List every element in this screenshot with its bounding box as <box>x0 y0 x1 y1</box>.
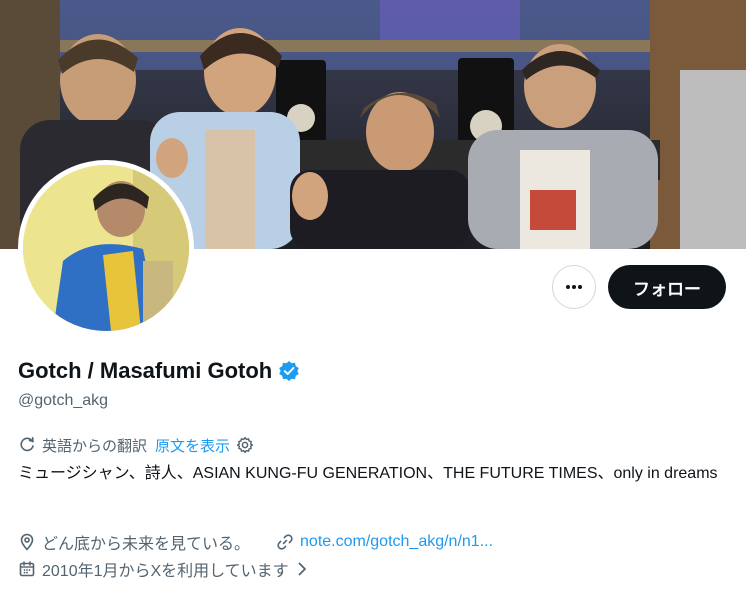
calendar-icon <box>18 560 36 578</box>
follow-button[interactable]: フォロー <box>608 265 726 309</box>
chevron-right-icon <box>295 561 309 577</box>
more-horizontal-icon <box>564 277 584 297</box>
profile-meta-row: どん底から未来を見ている。 note.com/gotch_akg/n/n1... <box>18 529 493 555</box>
profile-bio: ミュージシャン、詩人、ASIAN KUNG-FU GENERATION、THE … <box>18 465 718 482</box>
avatar-image <box>23 165 189 331</box>
location-icon <box>18 533 36 551</box>
joined-row[interactable]: 2010年1月からXを利用しています <box>18 556 309 582</box>
show-original-link[interactable]: 原文を表示 <box>155 435 230 456</box>
gear-icon[interactable] <box>236 436 254 454</box>
link-icon <box>276 533 294 551</box>
profile-handle: @gotch_akg <box>18 392 109 409</box>
display-name: Gotch / Masafumi Gotoh <box>18 358 273 383</box>
verified-badge-icon[interactable] <box>278 360 300 382</box>
profile-link[interactable]: note.com/gotch_akg/n/n1... <box>300 533 493 551</box>
location-text: どん底から未来を見ている。 <box>42 536 251 553</box>
translation-label: 英語からの翻訳 <box>42 437 148 455</box>
translation-row: 英語からの翻訳 原文を表示 <box>18 434 254 456</box>
more-options-button[interactable] <box>552 265 596 309</box>
profile-name-row: Gotch / Masafumi Gotoh <box>18 356 300 386</box>
translate-icon <box>18 436 36 454</box>
profile-avatar[interactable] <box>18 160 194 336</box>
joined-date-text: 2010年1月からXを利用しています <box>42 563 289 580</box>
